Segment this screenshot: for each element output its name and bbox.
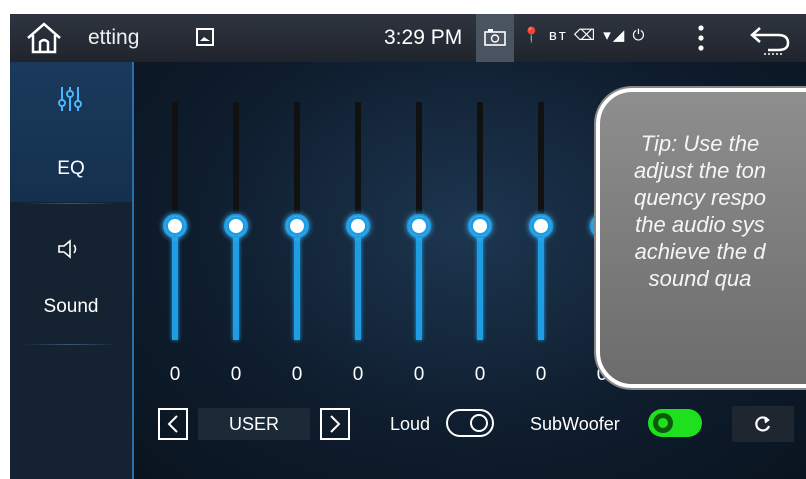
subwoofer-label: SubWoofer bbox=[530, 414, 620, 434]
reset-button[interactable] bbox=[732, 406, 794, 442]
slider-fill bbox=[172, 226, 178, 340]
slider-track bbox=[416, 102, 422, 226]
slider-track bbox=[233, 102, 239, 226]
slider-fill bbox=[416, 226, 422, 340]
tip-line: achieve the d bbox=[634, 239, 766, 264]
gallery-icon bbox=[196, 28, 214, 46]
reset-icon bbox=[755, 416, 771, 432]
slider-knob[interactable] bbox=[346, 214, 370, 238]
band-value: 0 bbox=[291, 364, 303, 385]
home-icon[interactable] bbox=[24, 20, 64, 56]
sidebar-divider bbox=[24, 344, 118, 345]
tip-line: Tip: Use the bbox=[640, 131, 760, 156]
toggle-knob bbox=[470, 414, 488, 432]
status-icons: 📍 ʙᴛ ⌫ ▾◢ ⏻ bbox=[522, 27, 647, 44]
band-value: 0 bbox=[230, 364, 242, 385]
eq-band-slider[interactable]: 0 bbox=[160, 102, 190, 385]
sidebar-item-label: Sound bbox=[43, 296, 99, 317]
sidebar-item-sound[interactable]: Sound bbox=[10, 204, 132, 344]
slider-track bbox=[172, 102, 178, 226]
eq-band-slider[interactable]: 0 bbox=[282, 102, 312, 385]
tip-line: sound qua bbox=[648, 266, 752, 291]
slider-fill bbox=[355, 226, 361, 340]
equalizer-icon bbox=[55, 84, 85, 114]
tip-line: the audio sys bbox=[635, 212, 765, 237]
tip-line: adjust the ton bbox=[633, 158, 767, 183]
slider-knob[interactable] bbox=[285, 214, 309, 238]
speaker-icon bbox=[56, 236, 82, 262]
band-value: 0 bbox=[413, 364, 425, 385]
slider-track bbox=[294, 102, 300, 226]
preset-prev-button[interactable] bbox=[158, 408, 188, 440]
slider-knob[interactable] bbox=[407, 214, 431, 238]
back-icon[interactable] bbox=[748, 22, 792, 56]
slider-track bbox=[538, 102, 544, 226]
sidebar-item-eq[interactable]: EQ bbox=[10, 62, 132, 202]
slider-knob[interactable] bbox=[163, 214, 187, 238]
eq-band-slider[interactable]: 0 bbox=[526, 102, 556, 385]
loud-label: Loud bbox=[390, 414, 431, 434]
preset-next-button[interactable] bbox=[320, 408, 350, 440]
eq-band-slider[interactable]: 0 bbox=[465, 102, 495, 385]
eq-band-slider[interactable]: 0 bbox=[221, 102, 251, 385]
status-bar: etting 3:29 PM 📍 ʙᴛ ⌫ ▾◢ ⏻ bbox=[10, 14, 806, 62]
slider-knob[interactable] bbox=[468, 214, 492, 238]
toggle-knob bbox=[653, 413, 673, 433]
loud-toggle[interactable] bbox=[446, 409, 494, 437]
eq-controls-bar: USER Loud SubWoofer bbox=[134, 404, 806, 464]
band-value: 0 bbox=[474, 364, 486, 385]
slider-knob[interactable] bbox=[224, 214, 248, 238]
car-head-unit-screen: etting 3:29 PM 📍 ʙᴛ ⌫ ▾◢ ⏻ EQ Sound 0 0 … bbox=[10, 14, 806, 479]
tip-text: Tip: Use the adjust the ton quency respo… bbox=[600, 130, 800, 292]
sidebar-item-label: EQ bbox=[57, 158, 85, 179]
slider-track bbox=[477, 102, 483, 226]
eq-band-slider[interactable]: 0 bbox=[343, 102, 373, 385]
band-value: 0 bbox=[169, 364, 181, 385]
slider-knob[interactable] bbox=[529, 214, 553, 238]
slider-fill bbox=[477, 226, 483, 340]
subwoofer-toggle[interactable] bbox=[648, 409, 702, 437]
tip-popup: Tip: Use the adjust the ton quency respo… bbox=[596, 88, 806, 388]
sidebar: EQ Sound bbox=[10, 62, 134, 479]
slider-fill bbox=[233, 226, 239, 340]
slider-fill bbox=[294, 226, 300, 340]
screenshot-icon[interactable] bbox=[476, 14, 514, 62]
band-value: 0 bbox=[352, 364, 364, 385]
band-value: 0 bbox=[535, 364, 547, 385]
slider-fill bbox=[538, 226, 544, 340]
preset-name: USER bbox=[198, 408, 310, 440]
eq-band-slider[interactable]: 0 bbox=[404, 102, 434, 385]
slider-track bbox=[355, 102, 361, 226]
tip-line: quency respo bbox=[633, 185, 767, 210]
app-title: etting bbox=[88, 26, 140, 49]
menu-icon[interactable] bbox=[694, 22, 708, 54]
clock: 3:29 PM bbox=[384, 26, 463, 49]
